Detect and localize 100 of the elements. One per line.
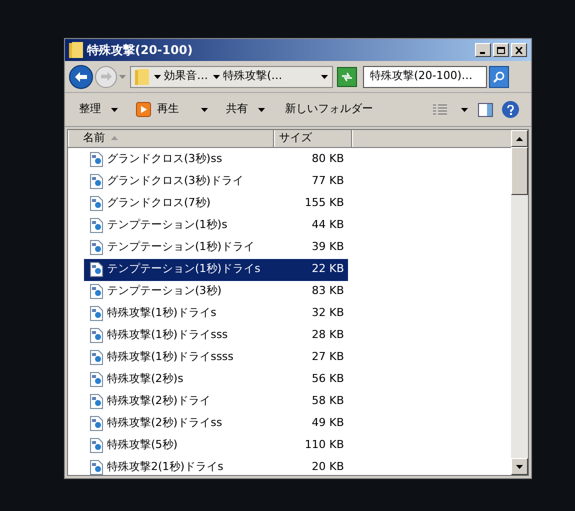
file-size: 44 KB (312, 217, 344, 234)
audio-file-icon (90, 350, 103, 365)
file-name: 特殊攻撃(2秒)ドライss (107, 415, 222, 432)
file-name: 特殊攻撃(1秒)ドライs (107, 305, 216, 322)
file-row[interactable]: テンプテーション(1秒)ドライs 22 KB (84, 258, 348, 280)
scroll-down-icon[interactable] (516, 464, 523, 468)
scroll-up-icon[interactable] (516, 136, 523, 140)
folder-icon (69, 42, 83, 58)
file-size: 27 KB (312, 349, 344, 366)
file-name: 特殊攻撃(1秒)ドライssss (107, 349, 234, 366)
file-row[interactable]: グランドクロス(7秒) 155 KB (84, 192, 348, 214)
file-name: 特殊攻撃(1秒)ドライsss (107, 327, 228, 344)
search-icon (493, 70, 505, 82)
audio-file-icon (90, 152, 103, 167)
caret-icon (461, 108, 468, 112)
search-button[interactable] (489, 66, 509, 88)
file-size: 49 KB (312, 415, 344, 432)
audio-file-icon (90, 196, 103, 211)
file-size: 80 KB (312, 151, 344, 168)
caret-icon (201, 108, 208, 112)
file-row[interactable]: 特殊攻撃(1秒)ドライsss 28 KB (84, 324, 348, 346)
file-row[interactable]: テンプテーション(1秒)ドライ 39 KB (84, 236, 348, 258)
file-row[interactable]: テンプテーション(3秒) 83 KB (84, 280, 348, 302)
audio-file-icon (90, 284, 103, 299)
file-name: 特殊攻撃(5秒) (107, 437, 178, 454)
scrollbar[interactable] (511, 130, 528, 475)
file-size: 32 KB (312, 305, 344, 322)
audio-file-icon (90, 394, 103, 409)
toolbar-menu-button[interactable]: 共有 (218, 98, 273, 120)
audio-file-icon (90, 328, 103, 343)
play-button[interactable]: 再生 (130, 98, 214, 120)
file-name: グランドクロス(3秒)ドライ (107, 173, 244, 190)
maximize-button[interactable] (493, 43, 509, 57)
caret-icon (213, 74, 220, 78)
file-name: グランドクロス(7秒) (107, 195, 211, 212)
pane-icon (478, 102, 492, 116)
file-row[interactable]: 特殊攻撃(1秒)ドライs 32 KB (84, 302, 348, 324)
file-row[interactable]: 特殊攻撃(2秒)ドライss 49 KB (84, 412, 348, 434)
toolbar-button[interactable]: 新しいフォルダー (277, 98, 381, 120)
audio-file-icon (90, 240, 103, 255)
file-row[interactable]: グランドクロス(3秒)ドライ 77 KB (84, 170, 348, 192)
address-bar[interactable]: 効果音… 特殊攻撃(… (130, 66, 333, 88)
help-button[interactable] (502, 101, 519, 118)
file-name: 特殊攻撃(2秒)s (107, 371, 184, 388)
close-icon (515, 46, 523, 54)
file-size: 56 KB (312, 371, 344, 388)
audio-file-icon (90, 438, 103, 453)
history-caret-icon (119, 74, 126, 78)
file-size: 20 KB (312, 459, 344, 476)
window-title: 特殊攻撃(20-100) (87, 42, 193, 59)
audio-file-icon (90, 416, 103, 431)
audio-file-icon (90, 306, 103, 321)
search-field[interactable]: 特殊攻撃(20-100)… (363, 66, 487, 88)
scroll-thumb[interactable] (511, 147, 528, 195)
scroll-up-button[interactable] (511, 130, 528, 147)
list-view-icon (433, 104, 447, 116)
scroll-down-button[interactable] (511, 458, 528, 475)
audio-file-icon (90, 372, 103, 387)
column-header[interactable]: 名前 (68, 130, 274, 146)
audio-file-icon (90, 262, 103, 277)
refresh-button[interactable] (337, 66, 357, 86)
back-button[interactable] (69, 64, 93, 88)
file-row[interactable]: 特殊攻撃(1秒)ドライssss 27 KB (84, 346, 348, 368)
file-size: 83 KB (312, 283, 344, 300)
file-size: 155 KB (304, 195, 344, 212)
file-name: テンプテーション(1秒)ドライs (107, 261, 260, 278)
maximize-icon (497, 46, 505, 54)
file-row[interactable]: グランドクロス(3秒)ss 80 KB (84, 148, 348, 170)
file-size: 28 KB (312, 327, 344, 344)
play-icon (136, 102, 151, 117)
close-button[interactable] (511, 43, 527, 57)
folder-icon (135, 68, 149, 84)
file-row[interactable]: 特殊攻撃2(1秒)ドライs 20 KB (84, 456, 348, 478)
right-arrow-icon (100, 72, 112, 81)
file-name: 特殊攻撃(2秒)ドライ (107, 393, 211, 410)
file-row[interactable]: 特殊攻撃(2秒)s 56 KB (84, 368, 348, 390)
file-name: 特殊攻撃2(1秒)ドライs (107, 459, 224, 476)
file-size: 77 KB (312, 173, 344, 190)
column-header[interactable]: サイズ (274, 130, 352, 146)
caret-icon (154, 74, 161, 78)
preview-pane-button[interactable] (476, 100, 494, 118)
file-row[interactable]: 特殊攻撃(5秒) 110 KB (84, 434, 348, 456)
file-name: テンプテーション(1秒)s (107, 217, 228, 234)
breadcrumb[interactable]: 効果音… (154, 68, 208, 85)
file-name: グランドクロス(3秒)ss (107, 151, 222, 168)
caret-icon (111, 108, 118, 112)
caret-icon (258, 108, 265, 112)
caret-icon (321, 74, 328, 78)
toolbar-menu-button[interactable]: 整理 (71, 98, 126, 120)
file-size: 22 KB (312, 261, 344, 278)
minimize-button[interactable] (475, 43, 491, 57)
file-name: テンプテーション(1秒)ドライ (107, 239, 255, 256)
file-row[interactable]: テンプテーション(1秒)s 44 KB (84, 214, 348, 236)
breadcrumb[interactable]: 特殊攻撃(… (213, 68, 282, 85)
file-size: 110 KB (304, 437, 344, 454)
audio-file-icon (90, 174, 103, 189)
help-icon (507, 104, 514, 114)
audio-file-icon (90, 218, 103, 233)
file-size: 58 KB (312, 393, 344, 410)
file-row[interactable]: 特殊攻撃(2秒)ドライ 58 KB (84, 390, 348, 412)
